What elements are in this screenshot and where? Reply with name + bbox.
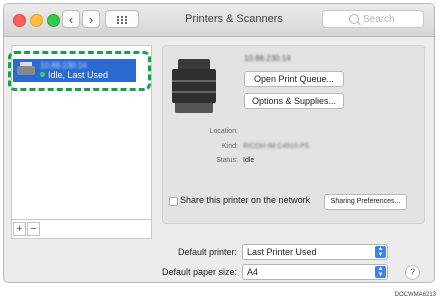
popup-arrows-icon: ▲ ▼ <box>375 246 386 258</box>
search-icon <box>349 14 359 24</box>
kind-label: Kind: <box>222 143 238 150</box>
default-paper-label: Default paper size: <box>161 267 237 277</box>
status-value: Idle <box>243 157 255 164</box>
options-supplies-button[interactable]: Options & Supplies... <box>244 93 344 109</box>
default-paper-value: A4 <box>247 267 259 277</box>
kind-value: RICOH IM C4510 PS <box>243 143 310 150</box>
minimize-window-icon[interactable] <box>30 14 43 27</box>
window-title: Printers & Scanners <box>185 13 283 25</box>
status-label: Status: <box>216 157 238 164</box>
remove-printer-button[interactable]: − <box>27 222 40 236</box>
share-printer-label[interactable]: Share this printer on the network <box>180 195 310 205</box>
location-label: Location: <box>209 128 238 135</box>
add-remove-bar: + − <box>11 219 152 239</box>
default-paper-select[interactable]: A4 ▲ ▼ <box>242 264 388 280</box>
printer-image-icon <box>172 59 216 113</box>
help-button[interactable]: ? <box>405 265 420 280</box>
default-printer-label: Default printer: <box>177 247 237 257</box>
detail-printer-name: 10.88.230.14 <box>244 54 291 63</box>
open-print-queue-button[interactable]: Open Print Queue... <box>244 71 344 87</box>
back-button[interactable]: ‹ <box>62 10 80 28</box>
close-window-icon[interactable] <box>13 14 26 27</box>
forward-button[interactable]: › <box>82 10 100 28</box>
search-placeholder: Search <box>363 14 395 25</box>
search-field[interactable]: Search <box>322 10 424 28</box>
zoom-window-icon[interactable] <box>47 14 60 27</box>
figure-caption: DOCWMA6213 <box>394 292 436 298</box>
default-printer-select[interactable]: Last Printer Used ▲ ▼ <box>242 244 388 260</box>
selection-highlight-callout <box>8 51 151 91</box>
printer-detail-panel: 10.88.230.14 Open Print Queue... Options… <box>162 45 425 224</box>
add-printer-button[interactable]: + <box>13 222 26 236</box>
popup-arrows-icon: ▲ ▼ <box>375 266 386 278</box>
share-printer-checkbox[interactable] <box>169 197 178 206</box>
default-printer-value: Last Printer Used <box>247 247 317 257</box>
show-all-grid-icon[interactable] <box>105 10 139 28</box>
sharing-preferences-button[interactable]: Sharing Preferences... <box>324 194 407 210</box>
title-bar: ‹ › Printers & Scanners Search <box>4 4 434 37</box>
